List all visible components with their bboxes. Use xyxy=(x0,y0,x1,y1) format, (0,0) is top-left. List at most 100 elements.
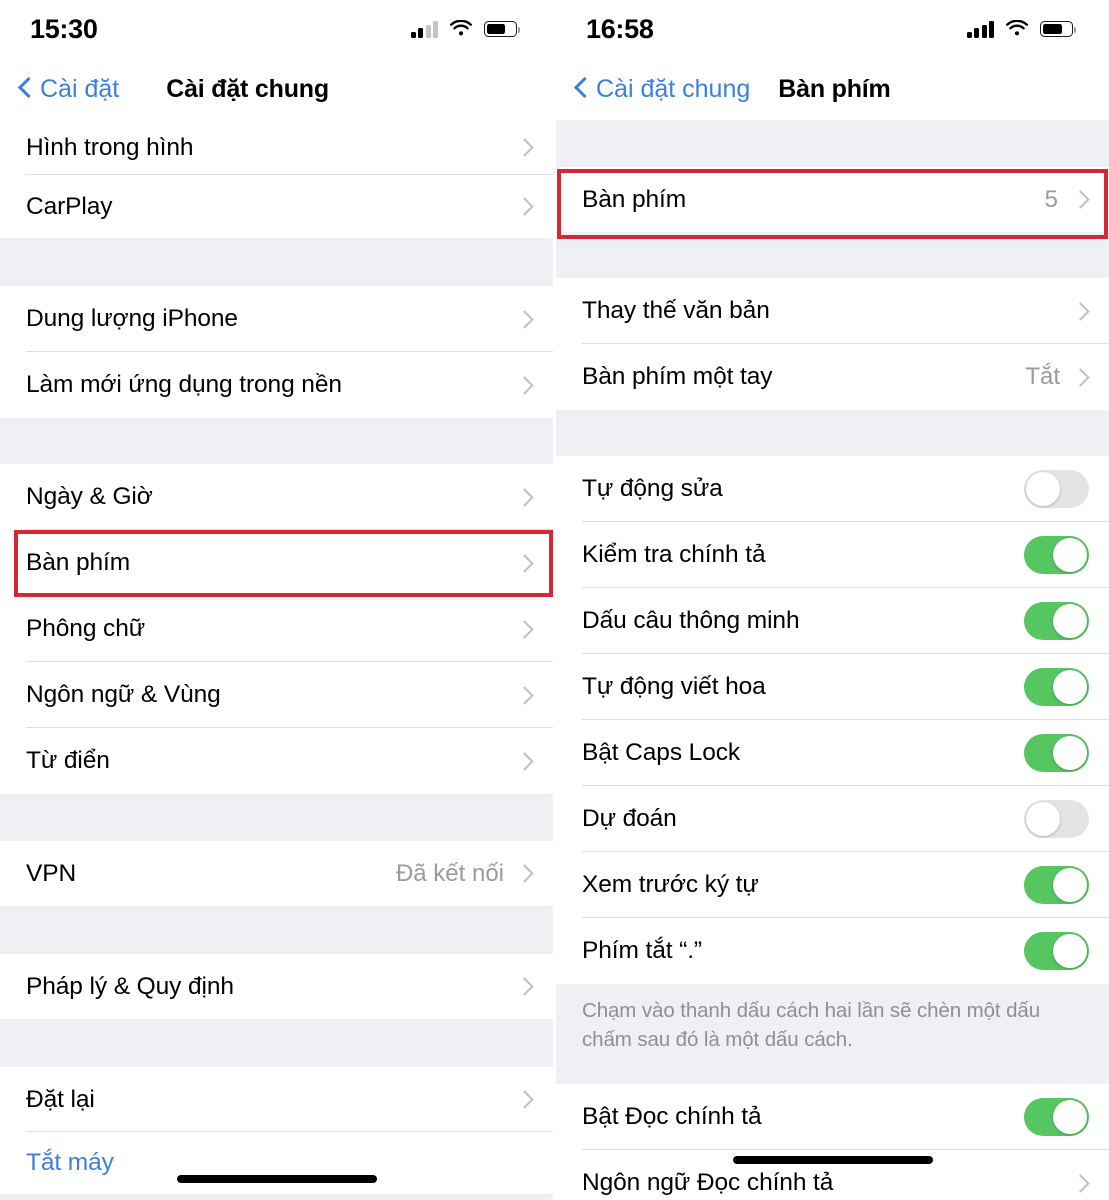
row-keyboards[interactable]: Bàn phím 5 xyxy=(556,167,1109,232)
page-title: Cài đặt chung xyxy=(166,74,329,103)
left-status-bar: 15:30 xyxy=(0,0,553,58)
chevron-right-icon xyxy=(518,488,529,507)
row-label: Phông chữ xyxy=(26,615,146,642)
left-nav-bar: Cài đặt Cài đặt chung xyxy=(0,58,553,120)
wifi-icon xyxy=(1005,19,1029,38)
row-label: CarPlay xyxy=(26,192,113,220)
left-settings-list: Hình trong hình CarPlay Dung lượng iPhon… xyxy=(0,120,553,1200)
toggle-auto-correction[interactable] xyxy=(1024,470,1089,508)
row-label: Dự đoán xyxy=(582,805,677,832)
period-shortcut-footnote: Chạm vào thanh dấu cách hai lần sẽ chèn … xyxy=(556,984,1109,1071)
section-gap xyxy=(0,906,553,954)
chevron-right-icon xyxy=(1074,1174,1085,1193)
section-gap xyxy=(0,1019,553,1067)
row-iphone-storage[interactable]: Dung lượng iPhone xyxy=(0,286,553,352)
row-label: Xem trước ký tự xyxy=(582,871,759,898)
chevron-right-icon xyxy=(518,310,529,329)
chevron-right-icon xyxy=(1074,302,1085,321)
toggle-predictive[interactable] xyxy=(1024,800,1089,838)
row-label: Ngôn ngữ & Vùng xyxy=(26,681,221,708)
toggle-character-preview[interactable] xyxy=(1024,866,1089,904)
row-label: Hình trong hình xyxy=(26,133,194,161)
chevron-right-icon xyxy=(518,1090,529,1109)
row-enable-caps-lock[interactable]: Bật Caps Lock xyxy=(556,720,1109,786)
row-check-spelling[interactable]: Kiểm tra chính tả xyxy=(556,522,1109,588)
row-background-app-refresh[interactable]: Làm mới ứng dụng trong nền xyxy=(0,352,553,418)
row-label: Bàn phím xyxy=(26,549,131,576)
wifi-icon xyxy=(449,19,473,38)
row-label: Ngày & Giờ xyxy=(26,483,153,510)
dictation-group: Bật Đọc chính tả Ngôn ngữ Đọc chính tả xyxy=(556,1084,1109,1200)
left-phone-screen: 15:30 Cài đặt Cài đặt chung Hình trong h… xyxy=(0,0,553,1200)
row-shut-down[interactable]: Tắt máy xyxy=(0,1132,553,1194)
section-gap xyxy=(0,418,553,464)
row-smart-punctuation[interactable]: Dấu câu thông minh xyxy=(556,588,1109,654)
toggle-smart-punctuation[interactable] xyxy=(1024,602,1089,640)
row-label: Kiểm tra chính tả xyxy=(582,541,766,568)
row-label: VPN xyxy=(26,859,77,887)
row-carplay[interactable]: CarPlay xyxy=(0,175,553,238)
dual-screenshot-container: 15:30 Cài đặt Cài đặt chung Hình trong h… xyxy=(0,0,1109,1200)
settings-group-legal: Pháp lý & Quy định xyxy=(0,954,553,1019)
keyboards-group: Bàn phím 5 xyxy=(556,167,1109,232)
back-button[interactable]: Cài đặt xyxy=(20,75,119,104)
chevron-right-icon xyxy=(518,138,529,157)
row-picture-in-picture[interactable]: Hình trong hình xyxy=(0,120,553,175)
home-indicator xyxy=(176,1175,377,1183)
back-button[interactable]: Cài đặt chung xyxy=(576,75,750,104)
cellular-signal-icon xyxy=(966,20,994,38)
status-clock: 15:30 xyxy=(30,13,98,44)
row-label: Làm mới ứng dụng trong nền xyxy=(26,371,342,398)
row-enable-dictation[interactable]: Bật Đọc chính tả xyxy=(556,1084,1109,1151)
row-label: Phím tắt “.” xyxy=(582,937,702,964)
row-label: Bật Caps Lock xyxy=(582,739,741,766)
row-legal-and-regulatory[interactable]: Pháp lý & Quy định xyxy=(0,954,553,1019)
section-gap xyxy=(0,238,553,286)
row-one-handed-keyboard[interactable]: Bàn phím một tay Tắt xyxy=(556,344,1109,410)
back-button-label: Cài đặt xyxy=(40,74,120,103)
chevron-right-icon xyxy=(518,554,529,573)
chevron-right-icon xyxy=(518,620,529,639)
chevron-right-icon xyxy=(518,376,529,395)
chevron-right-icon xyxy=(518,977,529,996)
row-label: Tự động viết hoa xyxy=(582,673,766,700)
row-keyboard[interactable]: Bàn phím xyxy=(0,530,553,596)
status-clock: 16:58 xyxy=(586,13,654,44)
row-text-replacement[interactable]: Thay thế văn bản xyxy=(556,278,1109,344)
row-date-and-time[interactable]: Ngày & Giờ xyxy=(0,464,553,530)
toggle-auto-capitalization[interactable] xyxy=(1024,668,1089,706)
row-label: Ngôn ngữ Đọc chính tả xyxy=(582,1169,834,1197)
battery-icon xyxy=(484,21,521,37)
row-value: Đã kết nối xyxy=(395,859,504,887)
toggle-period-shortcut[interactable] xyxy=(1024,932,1089,970)
cellular-signal-icon xyxy=(410,20,438,38)
toggle-enable-dictation[interactable] xyxy=(1024,1098,1089,1137)
battery-icon xyxy=(1040,21,1077,37)
typing-options-group: Tự động sửa Kiểm tra chính tả Dấu câu th… xyxy=(556,456,1109,984)
bottom-gap xyxy=(0,1194,553,1200)
row-auto-correction[interactable]: Tự động sửa xyxy=(556,456,1109,522)
settings-group-vpn: VPN Đã kết nối xyxy=(0,841,553,906)
settings-group-display: Hình trong hình CarPlay xyxy=(0,120,553,238)
row-label: Thay thế văn bản xyxy=(582,297,770,324)
row-dictionary[interactable]: Từ điển xyxy=(0,728,553,794)
row-predictive[interactable]: Dự đoán xyxy=(556,786,1109,852)
status-icons xyxy=(966,19,1077,38)
toggle-check-spelling[interactable] xyxy=(1024,536,1089,574)
row-value: Tắt xyxy=(1025,363,1060,390)
row-label: Bàn phím xyxy=(582,185,687,213)
row-vpn[interactable]: VPN Đã kết nối xyxy=(0,841,553,906)
toggle-enable-caps-lock[interactable] xyxy=(1024,734,1089,772)
chevron-left-icon xyxy=(576,78,589,100)
chevron-left-icon xyxy=(20,78,33,100)
row-label: Bật Đọc chính tả xyxy=(582,1103,762,1131)
row-auto-capitalization[interactable]: Tự động viết hoa xyxy=(556,654,1109,720)
row-font[interactable]: Phông chữ xyxy=(0,596,553,662)
chevron-right-icon xyxy=(518,864,529,883)
row-character-preview[interactable]: Xem trước ký tự xyxy=(556,852,1109,918)
row-reset[interactable]: Đặt lại xyxy=(0,1067,553,1132)
row-language-and-region[interactable]: Ngôn ngữ & Vùng xyxy=(0,662,553,728)
chevron-right-icon xyxy=(518,752,529,771)
row-period-shortcut[interactable]: Phím tắt “.” xyxy=(556,918,1109,984)
text-replacement-group: Thay thế văn bản Bàn phím một tay Tắt xyxy=(556,278,1109,410)
